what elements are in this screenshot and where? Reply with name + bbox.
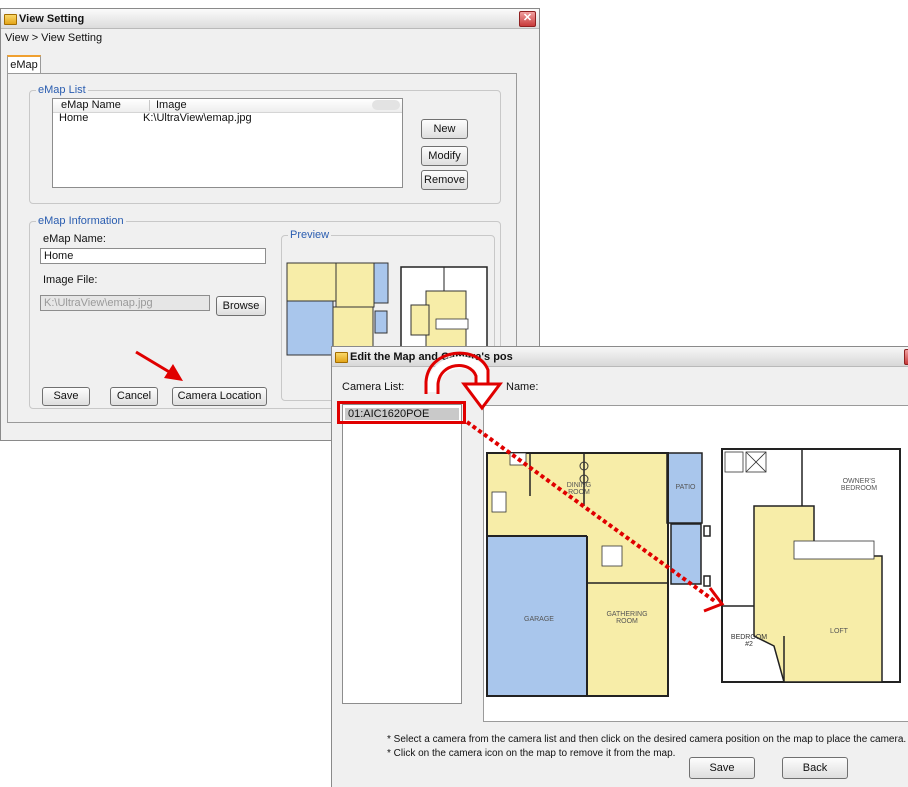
camera-list-label: Camera List: bbox=[342, 381, 405, 393]
app-icon bbox=[4, 14, 17, 25]
header-scroll-end bbox=[372, 100, 400, 110]
room-label-dining: DINING ROOM bbox=[566, 482, 592, 496]
save-button[interactable]: Save bbox=[689, 757, 755, 779]
new-button[interactable]: New bbox=[421, 119, 468, 139]
app-icon bbox=[335, 352, 348, 363]
emap-information-legend: eMap Information bbox=[36, 215, 126, 227]
camera-highlight-box bbox=[337, 401, 466, 424]
column-header-emap-name[interactable]: eMap Name bbox=[61, 99, 121, 111]
edit-map-titlebar[interactable]: Edit the Map and Camera's pos bbox=[332, 347, 908, 367]
name-label: Name: bbox=[506, 381, 539, 393]
column-divider bbox=[149, 100, 150, 111]
emap-name-field[interactable]: Home bbox=[40, 248, 266, 264]
emap-list-legend: eMap List bbox=[36, 84, 88, 96]
room-label-loft: LOFT bbox=[830, 628, 848, 635]
preview-legend: Preview bbox=[288, 229, 332, 241]
close-button[interactable] bbox=[904, 349, 908, 365]
table-row[interactable]: Home K:\UltraView\emap.jpg bbox=[53, 112, 402, 124]
preview-floorplan-image bbox=[286, 262, 488, 356]
view-setting-titlebar[interactable]: View Setting ✕ bbox=[1, 9, 539, 29]
instruction-1: * Select a camera from the camera list a… bbox=[387, 734, 907, 745]
tab-label: eMap bbox=[10, 59, 38, 71]
tab-emap[interactable]: eMap bbox=[7, 55, 41, 74]
room-label-owners: OWNER'S BEDROOM bbox=[840, 478, 878, 492]
table-header: eMap Name Image bbox=[53, 99, 402, 113]
room-label-bedroom2: BEDROOM #2 bbox=[730, 634, 768, 648]
camera-location-button[interactable]: Camera Location bbox=[172, 387, 267, 406]
image-file-field: K:\UltraView\emap.jpg bbox=[40, 295, 210, 311]
browse-button[interactable]: Browse bbox=[216, 296, 266, 316]
floorplan-image[interactable] bbox=[484, 406, 908, 723]
instruction-2: * Click on the camera icon on the map to… bbox=[387, 748, 676, 759]
breadcrumb: View > View Setting bbox=[5, 32, 103, 44]
emap-name-label: eMap Name: bbox=[43, 233, 106, 245]
map-canvas[interactable]: DINING ROOM PATIO GARAGE GATHERING ROOM … bbox=[483, 405, 908, 722]
cancel-button[interactable]: Cancel bbox=[110, 387, 158, 406]
remove-button[interactable]: Remove bbox=[421, 170, 468, 190]
save-button[interactable]: Save bbox=[42, 387, 90, 406]
room-label-garage: GARAGE bbox=[524, 616, 554, 623]
column-header-image[interactable]: Image bbox=[156, 99, 187, 111]
room-label-patio: PATIO bbox=[675, 484, 696, 491]
back-button[interactable]: Back bbox=[782, 757, 848, 779]
image-file-label: Image File: bbox=[43, 274, 98, 286]
row-image: K:\UltraView\emap.jpg bbox=[143, 112, 252, 124]
room-label-gathering: GATHERING ROOM bbox=[606, 611, 648, 625]
camera-list[interactable]: 01:AIC1620POE bbox=[342, 404, 462, 704]
close-button[interactable]: ✕ bbox=[519, 11, 536, 27]
window-title: View Setting bbox=[19, 13, 85, 25]
emap-list-table[interactable]: eMap Name Image Home K:\UltraView\emap.j… bbox=[52, 98, 403, 188]
dialog-title: Edit the Map and Camera's pos bbox=[350, 351, 513, 363]
row-emap-name: Home bbox=[59, 112, 89, 124]
modify-button[interactable]: Modify bbox=[421, 146, 468, 166]
